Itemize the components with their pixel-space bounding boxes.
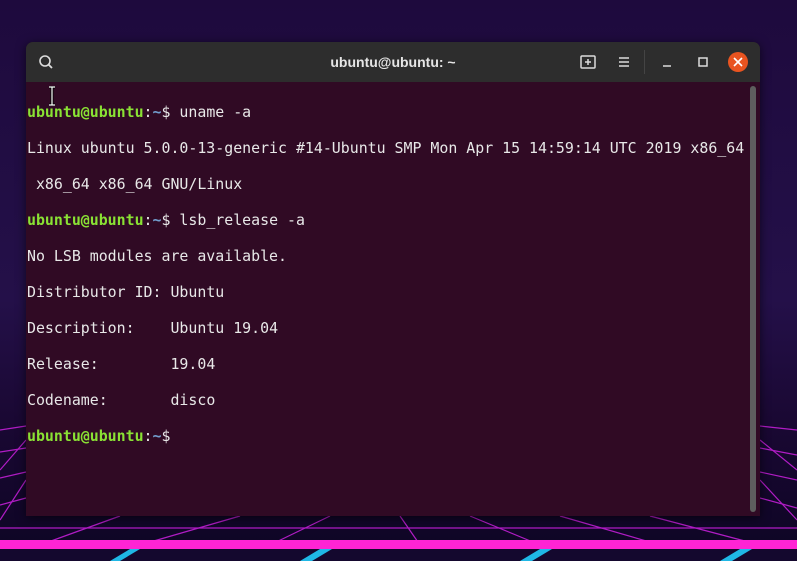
titlebar-separator: [644, 50, 645, 74]
close-button[interactable]: [728, 52, 748, 72]
command-line-1: ubuntu@ubuntu:~$ uname -a: [27, 103, 748, 121]
terminal-output[interactable]: ubuntu@ubuntu:~$ uname -a Linux ubuntu 5…: [26, 82, 748, 516]
scrollbar[interactable]: [750, 86, 756, 512]
prompt-separator: :: [143, 427, 153, 445]
menu-button[interactable]: [612, 50, 636, 74]
output-line: Linux ubuntu 5.0.0-13-generic #14-Ubuntu…: [27, 139, 745, 157]
output-line: No LSB modules are available.: [27, 247, 287, 265]
window-title: ubuntu@ubuntu: ~: [330, 54, 456, 70]
prompt-user: ubuntu@ubuntu: [27, 103, 144, 121]
prompt-user: ubuntu@ubuntu: [27, 427, 144, 445]
minimize-button[interactable]: [655, 50, 679, 74]
prompt-user: ubuntu@ubuntu: [27, 211, 144, 229]
search-icon: [39, 55, 53, 69]
maximize-button[interactable]: [691, 50, 715, 74]
prompt-symbol: $: [161, 427, 171, 445]
output-line: Distributor ID: Ubuntu: [27, 283, 225, 301]
command-line-2: ubuntu@ubuntu:~$ lsb_release -a: [27, 211, 748, 229]
terminal-window: ubuntu@ubuntu: ~ ubuntu@ubuntu:~$ uname …: [26, 42, 760, 516]
prompt-separator: :: [143, 211, 153, 229]
minimize-icon: [663, 65, 671, 67]
new-tab-icon: [580, 55, 596, 69]
output-line: Release: 19.04: [27, 355, 216, 373]
command-text: uname -a: [170, 103, 252, 121]
new-tab-button[interactable]: [576, 50, 600, 74]
search-button[interactable]: [34, 50, 58, 74]
hamburger-menu-icon: [619, 57, 629, 67]
output-line: Codename: disco: [27, 391, 216, 409]
output-line: x86_64 x86_64 GNU/Linux: [27, 175, 243, 193]
output-line: Description: Ubuntu 19.04: [27, 319, 279, 337]
close-icon: [733, 57, 743, 67]
command-line-3: ubuntu@ubuntu:~$: [27, 427, 748, 445]
prompt-separator: :: [143, 103, 153, 121]
title-bar[interactable]: ubuntu@ubuntu: ~: [26, 42, 760, 82]
command-text: lsb_release -a: [170, 211, 305, 229]
maximize-icon: [698, 57, 708, 67]
text-cursor-icon: [49, 86, 55, 106]
